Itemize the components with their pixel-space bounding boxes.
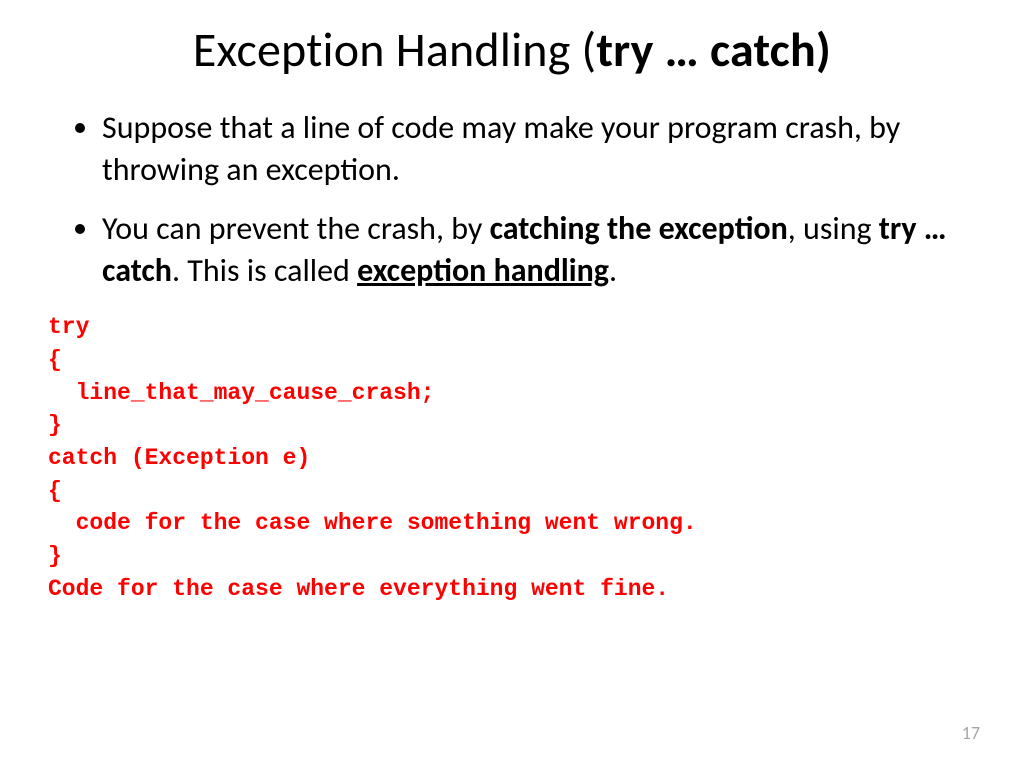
title-prefix: Exception Handling ( <box>193 20 596 79</box>
bullet-list: Suppose that a line of code may make you… <box>48 107 976 291</box>
slide: Exception Handling (try … catch) Suppose… <box>0 0 1024 768</box>
page-number: 17 <box>962 722 980 744</box>
bullet-segment: . This is called <box>172 251 357 290</box>
bullet-segment: exception handling <box>357 251 609 290</box>
bullet-segment: You can prevent the crash, by <box>102 209 490 248</box>
slide-title: Exception Handling (try … catch) <box>48 20 976 79</box>
bullet-segment: . <box>609 251 617 290</box>
bullet-item: You can prevent the crash, by catching t… <box>102 208 976 291</box>
bullet-segment: , using <box>788 209 879 248</box>
code-block: try { line_that_may_cause_crash; } catch… <box>48 311 976 605</box>
title-bold: try … catch) <box>596 20 831 79</box>
bullet-item: Suppose that a line of code may make you… <box>102 107 976 190</box>
bullet-segment: Suppose that a line of code may make you… <box>102 108 900 189</box>
bullet-segment: catching the exception <box>490 209 788 248</box>
